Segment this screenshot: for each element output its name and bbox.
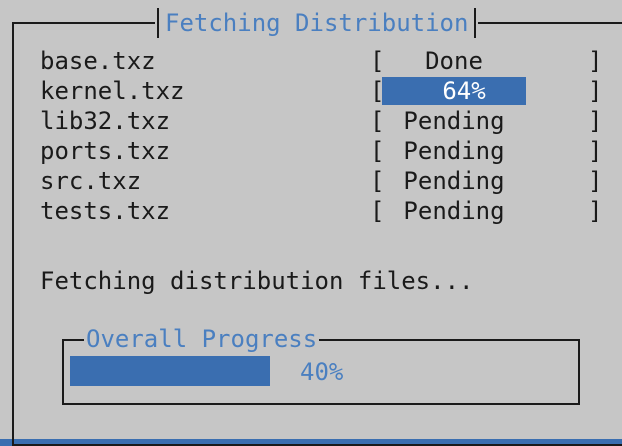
file-status-label: 64%	[442, 77, 486, 105]
status-bracket-close: ]	[588, 197, 603, 225]
overall-progress-title: Overall Progress	[84, 325, 320, 353]
status-bracket-close: ]	[588, 77, 603, 105]
status-bracket-close: ]	[588, 167, 603, 195]
dialog-title: Fetching Distribution	[165, 9, 469, 37]
file-progress-bar: 64%	[382, 77, 526, 105]
file-status: Pending	[382, 167, 526, 195]
overall-progress-percent: 40%	[300, 358, 344, 386]
file-status-label: Pending	[403, 137, 505, 165]
file-status-label: Pending	[403, 167, 505, 195]
status-bracket-close: ]	[588, 107, 603, 135]
file-name: kernel.txz	[40, 77, 185, 105]
overall-progress-bar	[70, 356, 270, 386]
file-status: Pending	[382, 137, 526, 165]
status-bracket-close: ]	[588, 137, 603, 165]
file-name: lib32.txz	[40, 107, 171, 135]
overall-progress-track	[70, 356, 282, 386]
file-name: src.txz	[40, 167, 142, 195]
status-bracket-close: ]	[588, 47, 603, 75]
file-name: base.txz	[40, 47, 156, 75]
file-status-label: Pending	[403, 197, 505, 225]
file-status-label: Done	[425, 47, 483, 75]
status-message: Fetching distribution files...	[40, 267, 474, 295]
file-name: ports.txz	[40, 137, 171, 165]
file-status-label: Pending	[403, 107, 505, 135]
file-status: Pending	[382, 107, 526, 135]
title-right-edge	[474, 8, 477, 38]
fetch-dialog: Fetching Distribution base.txz[Done] kern…	[0, 0, 622, 446]
file-status: Done	[382, 47, 526, 75]
file-status: Pending	[382, 197, 526, 225]
file-name: tests.txz	[40, 197, 171, 225]
dialog-title-box: Fetching Distribution	[155, 8, 479, 38]
